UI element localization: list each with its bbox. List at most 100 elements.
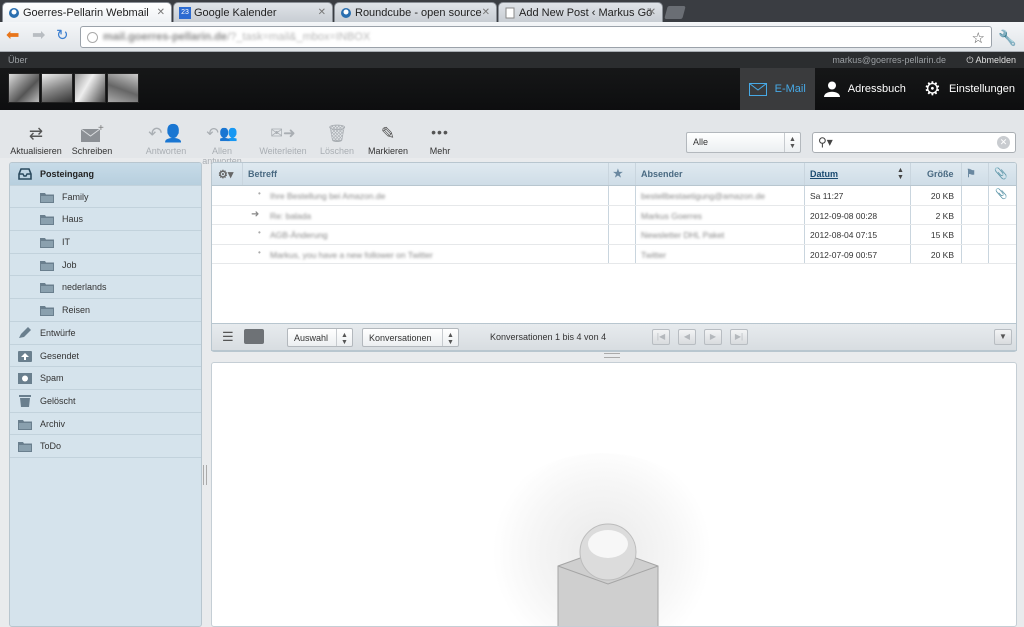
folder-item[interactable]: Reisen [10,299,201,322]
tab-title: Add New Post ‹ Markus Gö [519,7,653,19]
selection-select[interactable]: Auswahl ▲ ▼ [287,328,353,347]
refresh-label: Aktualisieren [10,146,62,156]
clear-search-icon[interactable]: ✕ [997,136,1010,149]
back-icon[interactable]: ⬅ [6,28,19,44]
reply-button[interactable]: ↶👤 Antworten [145,124,187,156]
tab-calendar[interactable]: 23 Google Kalender ✕ [173,2,333,22]
avatar [107,73,139,103]
folder-icon [40,281,54,294]
folder-icon [40,259,54,271]
search-input[interactable]: ⚲▾ ✕ [812,132,1016,153]
tab-webmail[interactable]: Goerres-Pellarin Webmail ✕ [2,2,172,22]
column-date[interactable]: Datum [810,169,838,179]
folder-item[interactable]: Entwürfe [10,322,201,345]
folder-item[interactable]: Gelöscht [10,390,201,413]
prev-page-icon[interactable]: ◀ [678,329,696,345]
message-row[interactable]: ➜ Re: balada Markus Goerres 2012-09-08 00:2… [212,205,1016,225]
first-page-icon[interactable]: |◀ [652,329,670,345]
person-icon [823,81,840,97]
close-icon[interactable]: ✕ [482,7,490,18]
message-row[interactable]: • Ihre Bestellung bei Amazon.de bestellbes… [212,186,1016,206]
forward-icon[interactable]: ➡ [32,28,45,44]
message-size: 2 KB [935,210,954,221]
bookmark-star-icon[interactable]: ☆ [972,29,985,47]
collapse-icon[interactable]: ▼ [994,329,1012,345]
message-sender: Newsletter DHL Paket [641,230,725,240]
search-icon[interactable]: ⚲▾ [818,135,833,149]
close-icon[interactable]: ✕ [157,7,165,18]
threads-select[interactable]: Konversationen ▲ ▼ [362,328,459,347]
mark-button[interactable]: ✎ Markieren [366,124,410,156]
close-icon[interactable]: ✕ [648,7,656,18]
wrench-icon[interactable]: 🔧 [998,29,1017,47]
delete-button[interactable]: 🗑 Löschen [318,124,356,156]
reply-all-button[interactable]: ↶👥 Allen antworten [191,124,253,166]
next-page-icon[interactable]: ▶ [704,329,722,345]
browser-tab-bar: Goerres-Pellarin Webmail ✕ 23 Google Kal… [0,0,1024,22]
folder-item[interactable]: Job [10,254,201,277]
folder-icon [40,236,54,249]
tab-title: Google Kalender [194,7,277,19]
message-size: 20 KB [930,249,954,260]
folder-item[interactable]: ToDo [10,435,201,458]
about-link[interactable]: Über [8,55,28,65]
folder-icon [18,440,32,453]
message-row[interactable]: • AGB-Änderung Newsletter DHL Paket 2012-08… [212,225,1016,245]
tab-roundcube[interactable]: Roundcube - open source ✕ [334,2,497,22]
top-line: Über markus@goerres-pellarin.de ⏻ Abmeld… [0,52,1024,68]
folder-item[interactable]: Archiv [10,413,201,436]
more-button[interactable]: ••• Mehr [422,124,458,156]
refresh-button[interactable]: ⇄ Aktualisieren [10,124,62,156]
folder-item[interactable]: Family [10,186,201,209]
nav-addressbook-label: Adressbuch [847,83,906,95]
folder-item[interactable]: IT [10,231,201,254]
forward-button[interactable]: ✉➜ Weiterleiten [258,124,308,156]
close-icon[interactable]: ✕ [318,7,326,18]
folder-splitter[interactable] [203,465,207,485]
selection-value: Auswahl [294,333,329,343]
last-page-icon[interactable]: ▶| [730,329,748,345]
folder-item[interactable]: Posteingang [10,163,201,186]
message-row[interactable]: • Markus, you have a new follower on Twit… [212,244,1016,264]
folder-label: Spam [40,373,64,384]
folder-label: IT [62,237,70,248]
avatar [41,73,73,103]
list-menu-icon[interactable]: ☰ [222,329,234,345]
column-attachment-icon[interactable]: 📎 [994,167,1008,180]
filter-select[interactable]: Alle ▲ ▼ [686,132,801,153]
folder-item[interactable]: Gesendet [10,345,201,368]
updown-icon: ▲ ▼ [336,329,352,346]
reload-icon[interactable]: ↻ [56,28,69,44]
message-size: 15 KB [930,230,954,240]
threads-toggle-icon[interactable] [244,329,264,344]
page-icon [505,7,515,19]
address-bar[interactable]: mail.goerres-pellarin.de/?_task=mail&_mb… [80,26,992,48]
nav-email[interactable]: E-Mail [739,68,815,110]
filter-value: Alle [693,137,709,147]
compose-button[interactable]: + Schreiben [70,124,114,156]
logout-label: Abmelden [975,55,1016,65]
forward-icon: ✉➜ [270,125,296,142]
folder-label: nederlands [62,282,107,293]
roundcube-icon [341,8,351,18]
nav-addressbook[interactable]: Adressbuch [815,68,915,110]
new-tab-button[interactable] [664,6,686,19]
folder-label: Family [62,191,89,202]
logout-button[interactable]: ⏻ Abmelden [966,55,1016,66]
more-dots-icon: ••• [431,124,449,140]
tab-wordpress[interactable]: Add New Post ‹ Markus Gö ✕ [498,2,663,22]
column-flag-icon[interactable]: ★ [613,167,623,180]
preview-resize-handle[interactable] [604,353,620,358]
username: markus@goerres-pellarin.de [832,55,946,65]
column-subject[interactable]: Betreff [248,169,277,179]
list-options-icon[interactable]: ⚙▾ [218,168,233,181]
column-sender[interactable]: Absender [641,169,683,179]
folder-item[interactable]: nederlands [10,276,201,300]
folder-item[interactable]: Spam [10,367,201,390]
nav-settings[interactable]: ⚙ Einstellungen [915,68,1024,110]
column-flag-icon[interactable]: ⚑ [966,167,976,180]
avatar [8,73,40,103]
column-size[interactable]: Größe [927,169,954,179]
compose-label: Schreiben [71,146,113,156]
folder-item[interactable]: Haus [10,208,201,232]
